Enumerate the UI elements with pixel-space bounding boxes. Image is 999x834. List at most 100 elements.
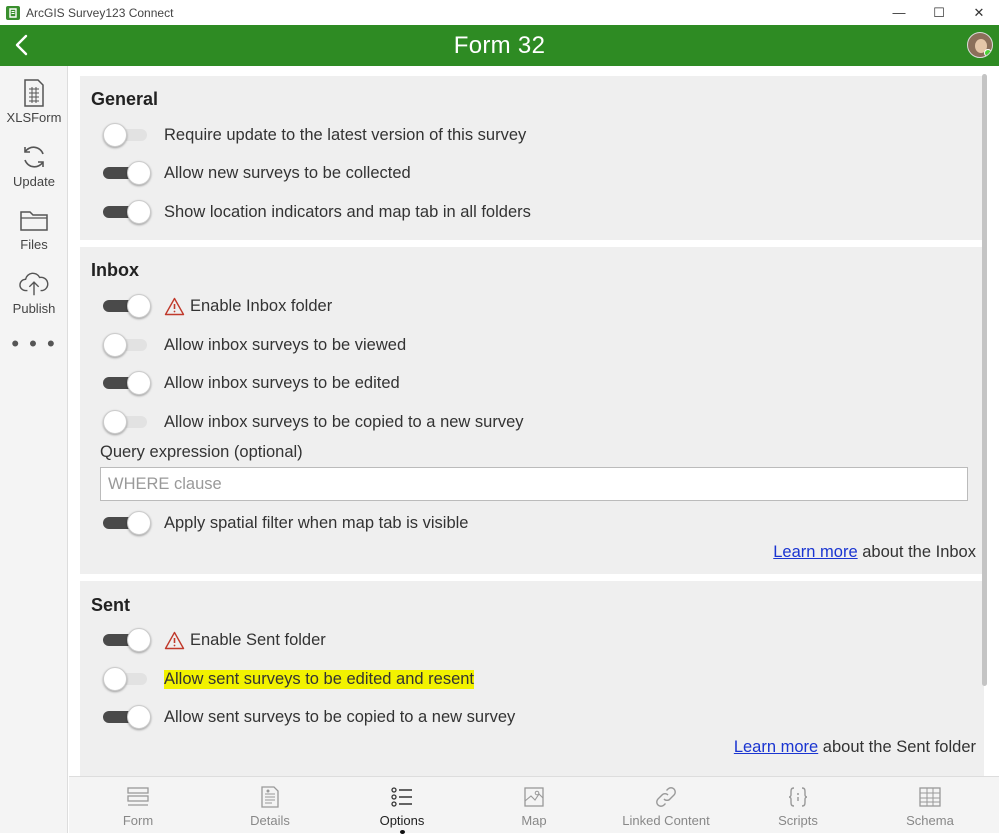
learn-more-suffix: about the Inbox: [857, 543, 976, 561]
option-inbox-viewed: Allow inbox surveys to be viewed: [103, 333, 406, 357]
sent-section: Sent Enable Sent folder Allow sent surve…: [80, 581, 984, 776]
query-expression-label: Query expression (optional): [100, 443, 303, 461]
general-section: General Require update to the latest ver…: [80, 76, 984, 240]
sent-learn-more: Learn more about the Sent folder: [734, 738, 976, 757]
options-content: General Require update to the latest ver…: [69, 66, 999, 776]
sidebar-item-label: Files: [20, 237, 48, 252]
toggle-switch[interactable]: [103, 371, 151, 395]
toggle-switch[interactable]: [103, 161, 151, 185]
tab-label: Map: [521, 813, 547, 828]
more-options-icon[interactable]: • • •: [0, 333, 68, 355]
option-allow-new-surveys: Allow new surveys to be collected: [103, 161, 411, 185]
sidebar-item-label: Update: [13, 174, 55, 189]
chevron-left-icon: [15, 34, 28, 56]
inbox-section: Inbox Enable Inbox folder Allow inbox su…: [80, 247, 984, 574]
option-label: Apply spatial filter when map tab is vis…: [164, 513, 469, 532]
tab-label: Linked Content: [622, 813, 710, 828]
section-heading: Sent: [91, 595, 131, 615]
toggle-switch[interactable]: [103, 333, 151, 357]
tab-label: Options: [379, 813, 425, 828]
close-window-button[interactable]: ✕: [959, 0, 999, 25]
toggle-switch[interactable]: [103, 294, 151, 318]
link-icon: [654, 785, 678, 809]
option-show-location-indicators: Show location indicators and map tab in …: [103, 200, 531, 224]
query-expression-input[interactable]: [100, 467, 968, 501]
sidebar-item-label: XLSForm: [6, 110, 62, 125]
online-status-icon: [984, 49, 992, 57]
option-label: Enable Inbox folder: [190, 296, 333, 315]
option-enable-sent: Enable Sent folder: [103, 628, 326, 652]
warning-icon: [164, 297, 185, 315]
back-button[interactable]: [8, 31, 36, 59]
cloud-upload-icon: [19, 269, 49, 299]
option-label: Allow new surveys to be collected: [164, 163, 411, 182]
learn-more-link[interactable]: Learn more: [734, 738, 818, 756]
window-title-bar: ArcGIS Survey123 Connect — ☐ ✕: [0, 0, 999, 25]
option-sent-edited-resent: Allow sent surveys to be edited and rese…: [103, 667, 475, 691]
map-icon: [522, 785, 546, 809]
user-avatar[interactable]: [967, 32, 993, 58]
sidebar-item-xlsform[interactable]: XLSForm: [0, 78, 68, 138]
vertical-scrollbar[interactable]: [982, 74, 987, 686]
tab-schema[interactable]: Schema: [864, 777, 996, 834]
form-icon: [126, 785, 150, 809]
details-icon: [258, 785, 282, 809]
option-label: Allow sent surveys to be copied to a new…: [164, 707, 516, 726]
option-inbox-edited: Allow inbox surveys to be edited: [103, 371, 400, 395]
option-require-update: Require update to the latest version of …: [103, 123, 526, 147]
option-inbox-copied: Allow inbox surveys to be copied to a ne…: [103, 410, 524, 434]
maximize-button[interactable]: ☐: [919, 0, 959, 25]
section-heading: General: [91, 89, 159, 109]
learn-more-link[interactable]: Learn more: [773, 543, 857, 561]
options-list-icon: [390, 785, 414, 809]
sidebar-item-label: Publish: [12, 301, 56, 316]
option-label: Enable Sent folder: [190, 630, 326, 649]
toggle-switch[interactable]: [103, 511, 151, 535]
option-label: Show location indicators and map tab in …: [164, 202, 531, 221]
option-spatial-filter: Apply spatial filter when map tab is vis…: [103, 511, 468, 535]
sidebar-item-update[interactable]: Update: [0, 142, 68, 202]
sidebar-item-files[interactable]: Files: [0, 205, 68, 265]
option-label: Allow inbox surveys to be copied to a ne…: [164, 412, 524, 431]
sidebar: XLSForm Update Files Publish • • •: [0, 66, 68, 833]
folder-icon: [19, 205, 49, 235]
toggle-switch[interactable]: [103, 200, 151, 224]
inbox-learn-more: Learn more about the Inbox: [773, 543, 976, 562]
toggle-switch[interactable]: [103, 410, 151, 434]
bottom-tab-bar: Form Details Options Map Linked Content …: [69, 776, 999, 834]
option-sent-copied: Allow sent surveys to be copied to a new…: [103, 705, 515, 729]
learn-more-suffix: about the Sent folder: [818, 738, 976, 756]
refresh-icon: [19, 142, 49, 172]
app-header: Form 32: [0, 25, 999, 66]
tab-label: Scripts: [778, 813, 818, 828]
option-label: Allow sent surveys to be edited and rese…: [164, 669, 475, 689]
minimize-button[interactable]: —: [879, 0, 919, 25]
toggle-switch[interactable]: [103, 628, 151, 652]
tab-form[interactable]: Form: [72, 777, 204, 834]
tab-label: Details: [250, 813, 290, 828]
option-enable-inbox: Enable Inbox folder: [103, 294, 332, 318]
schema-table-icon: [918, 785, 942, 809]
tab-label: Schema: [906, 813, 954, 828]
scripts-icon: [786, 785, 810, 809]
tab-map[interactable]: Map: [468, 777, 600, 834]
app-logo-icon: [6, 5, 20, 20]
active-tab-indicator: [399, 830, 405, 834]
option-label: Allow inbox surveys to be edited: [164, 373, 400, 392]
option-label: Allow inbox surveys to be viewed: [164, 335, 407, 354]
tab-scripts[interactable]: Scripts: [732, 777, 864, 834]
page-title: Form 32: [453, 31, 546, 59]
section-heading: Inbox: [91, 260, 139, 280]
warning-icon: [164, 631, 185, 649]
tab-options[interactable]: Options: [336, 777, 468, 834]
toggle-switch[interactable]: [103, 705, 151, 729]
tab-details[interactable]: Details: [204, 777, 336, 834]
option-label: Require update to the latest version of …: [164, 125, 527, 144]
toggle-switch[interactable]: [103, 123, 151, 147]
tab-label: Form: [122, 813, 154, 828]
sidebar-item-publish[interactable]: Publish: [0, 269, 68, 329]
tab-linked-content[interactable]: Linked Content: [600, 777, 732, 834]
toggle-switch[interactable]: [103, 667, 151, 691]
window-title: ArcGIS Survey123 Connect: [26, 5, 174, 20]
spreadsheet-icon: [19, 78, 49, 108]
